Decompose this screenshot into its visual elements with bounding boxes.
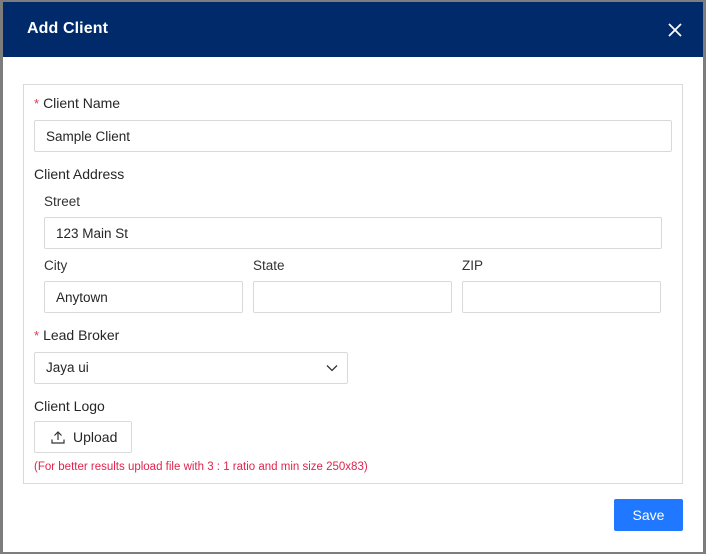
client-form: *Client Name Client Address Street City …: [23, 84, 683, 484]
upload-hint: (For better results upload file with 3 :…: [34, 461, 368, 473]
modal-header: Add Client: [3, 2, 703, 57]
upload-button[interactable]: Upload: [34, 421, 132, 453]
zip-input[interactable]: [462, 281, 661, 313]
client-name-label-text: Client Name: [43, 95, 121, 111]
upload-icon: [51, 431, 65, 444]
city-input[interactable]: [44, 281, 243, 313]
chevron-down-icon: [326, 365, 338, 372]
street-input[interactable]: [44, 217, 662, 249]
close-icon: [668, 23, 682, 37]
upload-label: Upload: [73, 429, 118, 445]
required-mark: *: [34, 96, 40, 111]
city-label: City: [44, 258, 68, 273]
state-input[interactable]: [253, 281, 452, 313]
client-name-input[interactable]: [34, 120, 672, 152]
lead-broker-label-text: Lead Broker: [43, 327, 120, 343]
client-address-label: Client Address: [34, 166, 125, 182]
lead-broker-selected-value: Jaya ui: [46, 360, 89, 375]
client-name-label: * Client Name: [34, 95, 120, 111]
save-button[interactable]: Save: [614, 499, 683, 531]
client-logo-label: Client Logo: [34, 398, 105, 414]
lead-broker-label: * Lead Broker: [34, 327, 119, 343]
state-label: State: [253, 258, 285, 273]
street-label: Street: [44, 194, 81, 209]
required-mark: *: [34, 328, 40, 343]
zip-label: ZIP: [462, 258, 484, 273]
lead-broker-select[interactable]: Jaya ui: [34, 352, 348, 384]
modal-title: Add Client: [27, 20, 108, 37]
add-client-modal: Add Client *Client Name Client Address S…: [3, 2, 703, 552]
close-button[interactable]: [663, 18, 687, 42]
